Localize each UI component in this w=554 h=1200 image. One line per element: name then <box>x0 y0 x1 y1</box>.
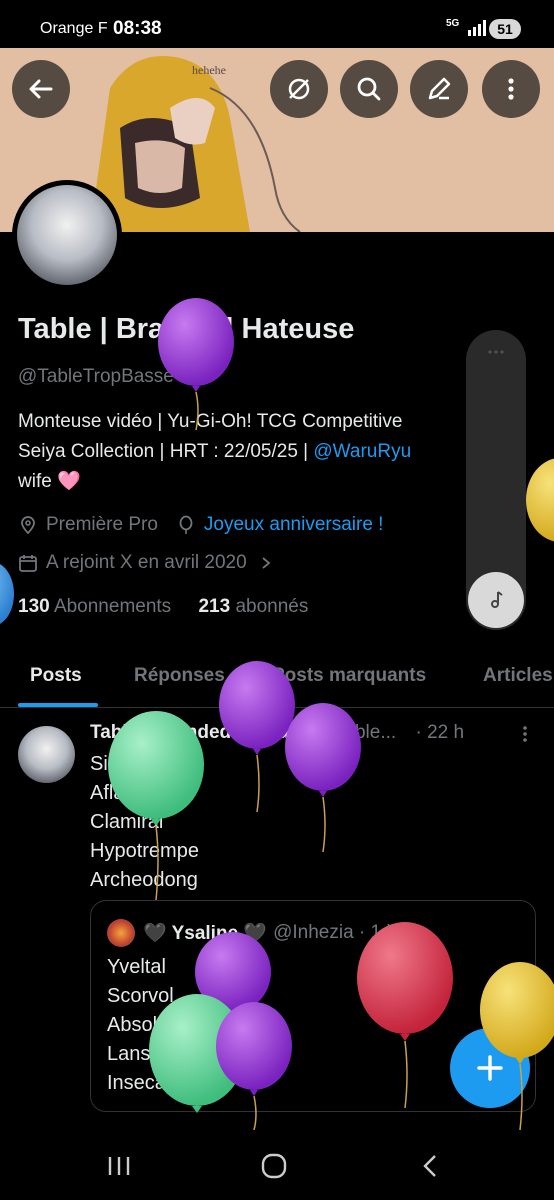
back-arrow-icon <box>29 79 53 99</box>
bio-mention-link[interactable]: @WaruRyu <box>313 441 411 462</box>
signal-icon <box>468 20 486 36</box>
post-line: Aflamanoir <box>90 782 186 804</box>
quoted-post-header: 🖤 Ysaline 🖤 @Inhezia · 1 j <box>107 919 391 947</box>
balloon-icon <box>179 515 193 534</box>
post-line: Clamiral <box>90 811 164 833</box>
music-note-icon <box>491 591 503 608</box>
post-line: Sinistrail <box>90 753 166 775</box>
followers-label: abonnés <box>235 596 309 617</box>
post-author-handle[interactable]: @Table... <box>316 722 397 743</box>
active-tab-indicator <box>18 703 98 707</box>
chevron-right-icon <box>262 557 271 569</box>
tab-posts[interactable]: Posts <box>30 665 82 687</box>
post-author-avatar[interactable] <box>18 726 75 783</box>
bio-line-2: Seiya Collection | HRT : 22/05/25 | <box>18 441 309 462</box>
quoted-author-handle: @Inhezia · 1 j <box>273 922 391 943</box>
network-indicator: 5G <box>446 18 460 29</box>
system-navigation-bar <box>0 1130 554 1200</box>
post-time: · 22 h <box>415 722 465 743</box>
joined-row[interactable]: A rejoint X en avril 2020 <box>18 552 281 574</box>
post-line: Archeodong <box>90 869 198 891</box>
post-text: Sinistrail Aflamanoir Clamiral Hypotremp… <box>90 750 199 895</box>
follow-counts: 130 Abonnements 213 abonnés <box>18 596 308 618</box>
search-button[interactable] <box>340 60 398 118</box>
location-icon <box>21 516 35 535</box>
post-author-name[interactable]: Table | Branded Hateuse <box>90 722 310 743</box>
tab-articles[interactable]: Articles <box>483 665 553 687</box>
slider-knob[interactable] <box>468 572 524 628</box>
status-bar: Orange F 08:38 5G 51 <box>0 0 554 48</box>
post-more-icon[interactable] <box>515 724 535 744</box>
system-back-button[interactable] <box>412 1148 448 1184</box>
profile-avatar[interactable] <box>12 180 122 290</box>
profile-handle: @TableTropBasse <box>18 366 174 387</box>
quoted-line: Insecateur... <box>107 1072 216 1094</box>
battery-indicator: 51 <box>489 19 521 39</box>
profile-tabs: Posts Réponses Posts marquants Articles <box>0 650 554 708</box>
home-icon <box>261 1153 287 1179</box>
carrier-name: Orange F <box>40 20 108 37</box>
location-text: Première Pro <box>46 514 158 535</box>
recent-apps-icon <box>108 1157 130 1175</box>
following-label: Abonnements <box>53 596 172 617</box>
compose-post-button[interactable] <box>450 1028 530 1108</box>
tab-replies[interactable]: Réponses <box>134 665 225 687</box>
back-icon <box>423 1155 436 1177</box>
following-count: 130 <box>18 596 50 617</box>
avatar-image <box>17 185 117 285</box>
drag-handle-icon <box>488 350 504 354</box>
recent-apps-button[interactable] <box>101 1148 137 1184</box>
edit-icon <box>428 77 451 100</box>
back-button[interactable] <box>12 60 70 118</box>
clock: 08:38 <box>113 18 162 39</box>
quoted-line: Lanssorien <box>107 1043 205 1065</box>
quoted-line: Yveltal <box>107 956 166 978</box>
quoted-line: Scorvol <box>107 985 174 1007</box>
plus-icon <box>477 1055 503 1081</box>
media-volume-slider[interactable] <box>466 330 526 630</box>
followers-count: 213 <box>198 596 231 617</box>
display-name: Table | Branded Hateuse <box>18 313 355 345</box>
more-vertical-icon <box>508 78 514 100</box>
svg-text:hehehe: hehehe <box>192 63 226 77</box>
followers-link[interactable]: 213 abonnés <box>198 596 308 617</box>
quoted-post-text: Yveltal Scorvol Absol Lanssorien Insecat… <box>107 953 216 1098</box>
balloon-blue <box>0 564 14 624</box>
calendar-icon <box>19 555 37 572</box>
no-translate-icon <box>288 78 310 100</box>
bio-line-1: Monteuse vidéo | Yu-Gi-Oh! TCG Competiti… <box>18 411 403 432</box>
home-button[interactable] <box>256 1148 292 1184</box>
post-header: Table | Branded Hateuse @Table... · 22 h <box>90 722 540 744</box>
quoted-line: Absol <box>107 1014 158 1036</box>
quoted-author-avatar <box>107 919 135 947</box>
search-icon <box>357 77 381 101</box>
joined-text: A rejoint X en avril 2020 <box>46 552 247 573</box>
edit-button[interactable] <box>410 60 468 118</box>
birthday-link[interactable]: Joyeux anniversaire ! <box>204 514 384 536</box>
profile-meta-row: Première Pro Joyeux anniversaire ! <box>18 514 383 536</box>
translate-toggle-button[interactable] <box>270 60 328 118</box>
following-link[interactable]: 130 Abonnements <box>18 596 171 617</box>
quoted-author-name: 🖤 Ysaline 🖤 <box>143 923 268 944</box>
more-options-button[interactable] <box>482 60 540 118</box>
tab-highlights[interactable]: Posts marquants <box>272 665 426 687</box>
post-line: Hypotrempe <box>90 840 199 862</box>
